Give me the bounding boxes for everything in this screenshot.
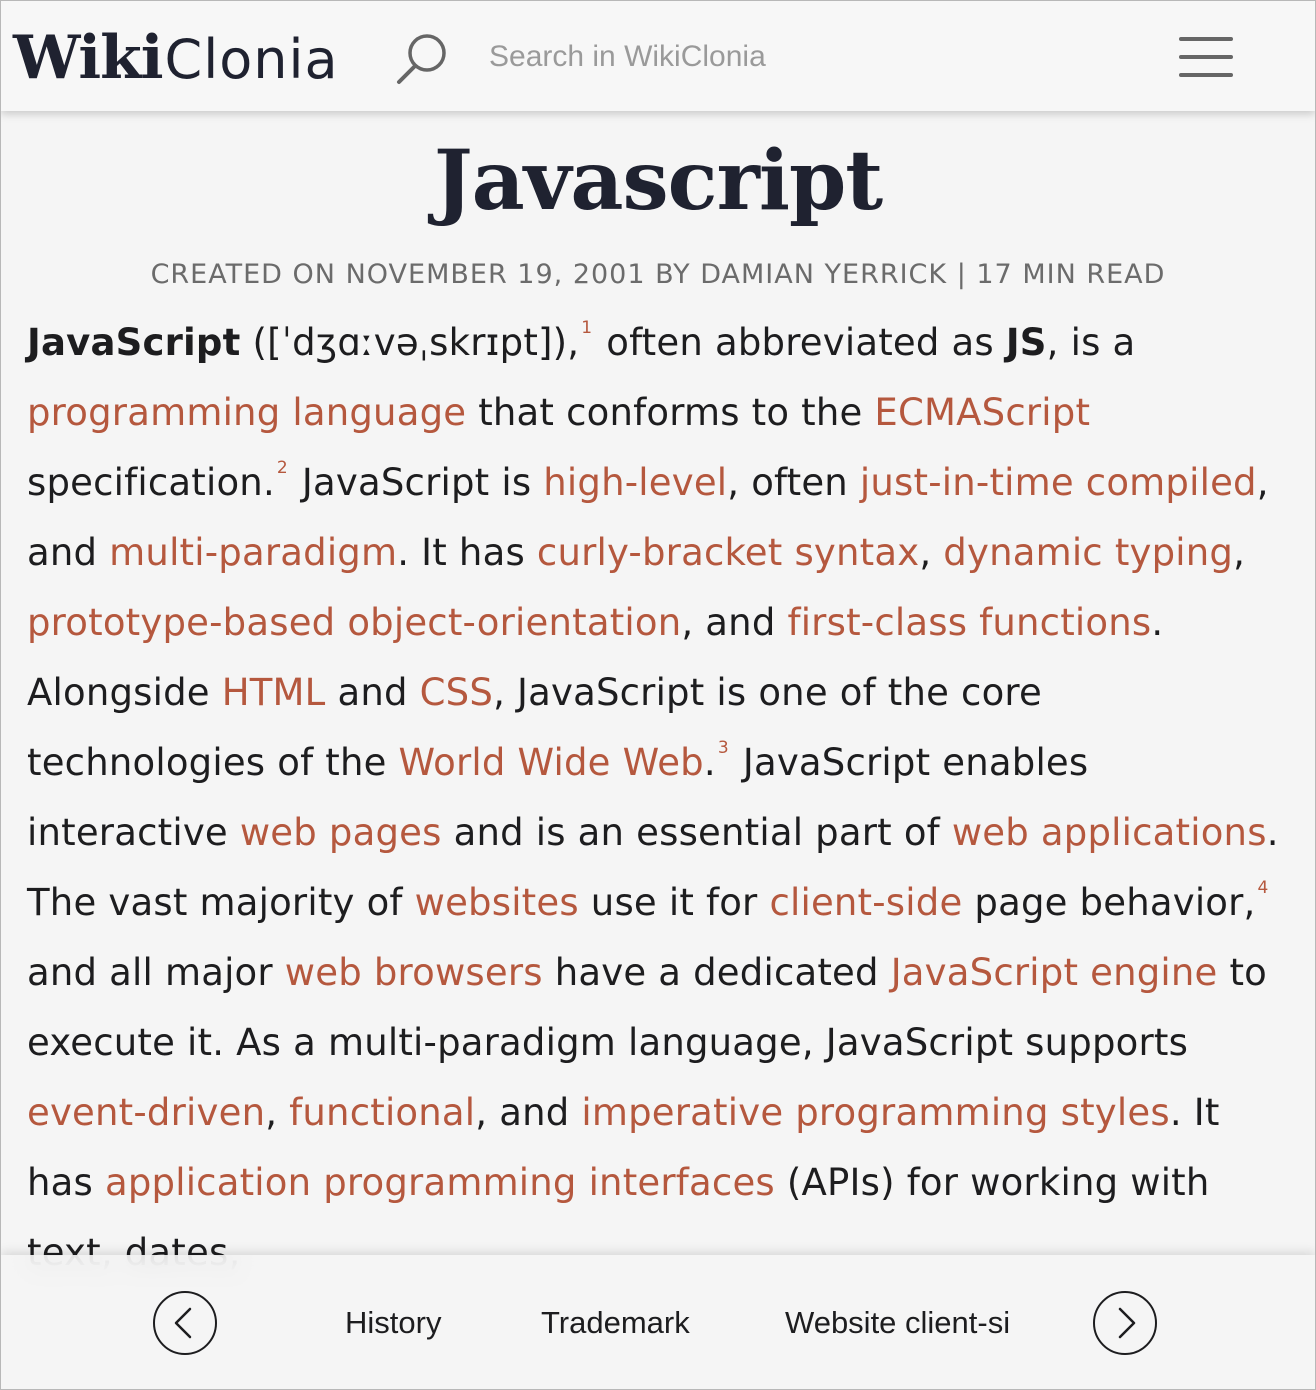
- body-text-run: and all major: [27, 951, 285, 994]
- body-text-run: ,: [265, 1091, 290, 1134]
- article-link[interactable]: imperative programming styles: [581, 1091, 1169, 1134]
- article-link[interactable]: prototype-based object-orientation: [27, 601, 681, 644]
- article-link[interactable]: HTML: [222, 671, 326, 714]
- article-link[interactable]: websites: [415, 881, 579, 924]
- bold-term: JavaScript: [27, 321, 241, 364]
- body-text-run: , is a: [1046, 321, 1136, 364]
- bold-term: JS: [1005, 321, 1047, 364]
- body-text-run: ,: [919, 531, 944, 574]
- menu-bar: [1179, 55, 1233, 59]
- footnote-ref[interactable]: 3: [718, 738, 729, 758]
- article-link[interactable]: web applications: [952, 811, 1267, 854]
- body-text-run: and: [325, 671, 420, 714]
- body-text-run: ([: [240, 321, 282, 364]
- body-text-run: have a dedicated: [542, 951, 891, 994]
- body-text-run: , and: [475, 1091, 582, 1134]
- article-link[interactable]: dynamic typing: [943, 531, 1233, 574]
- menu-bar: [1179, 37, 1233, 41]
- article-link[interactable]: functional: [289, 1091, 475, 1134]
- site-logo[interactable]: Wiki Clonia: [13, 23, 339, 93]
- prev-button[interactable]: [153, 1291, 217, 1355]
- chevron-right-icon: [1118, 1307, 1136, 1339]
- menu-bar: [1179, 73, 1233, 77]
- body-text-run: and is an essential part of: [441, 811, 952, 854]
- body-text-run: ]),: [538, 321, 580, 364]
- article-link[interactable]: just-in-time compiled: [860, 461, 1257, 504]
- article-link[interactable]: programming language: [27, 391, 466, 434]
- body-text-run: , often: [727, 461, 860, 504]
- nav-link-trademark[interactable]: Trademark: [541, 1305, 690, 1341]
- article-link[interactable]: application programming interfaces: [105, 1161, 775, 1204]
- next-button[interactable]: [1093, 1291, 1157, 1355]
- body-text-run: ,: [1233, 531, 1246, 574]
- article-link[interactable]: curly-bracket syntax: [537, 531, 919, 574]
- article-link[interactable]: JavaScript engine: [891, 951, 1218, 994]
- footnote-ref[interactable]: 1: [581, 318, 592, 338]
- article-link[interactable]: high-level: [543, 461, 727, 504]
- body-text-run: JavaScript is: [289, 461, 544, 504]
- body-text-run: use it for: [578, 881, 770, 924]
- article-link[interactable]: web browsers: [285, 951, 543, 994]
- nav-link-website-client-side[interactable]: Website client-si: [785, 1305, 1010, 1341]
- article-link[interactable]: event-driven: [27, 1091, 265, 1134]
- page: Wiki Clonia Javascript CREATED ON NOVEMB…: [0, 0, 1316, 1390]
- body-text-run: that conforms to the: [466, 391, 875, 434]
- logo-wordmark-bold: Wiki: [13, 23, 163, 93]
- site-header: Wiki Clonia: [1, 1, 1315, 111]
- article-title: Javascript: [433, 133, 883, 229]
- footnote-ref[interactable]: 2: [277, 458, 288, 478]
- search-input[interactable]: [471, 31, 1071, 83]
- article: Javascript CREATED ON NOVEMBER 19, 2001 …: [1, 111, 1315, 1288]
- body-text-run: , and: [681, 601, 788, 644]
- footnote-ref[interactable]: 4: [1258, 878, 1269, 898]
- search-icon[interactable]: [393, 29, 453, 89]
- nav-link-history[interactable]: History: [345, 1305, 441, 1341]
- body-text-run: . It has: [397, 531, 537, 574]
- body-text-run: .: [703, 741, 716, 784]
- logo-wordmark-light: Clonia: [164, 28, 339, 91]
- bottom-navigation: History Trademark Website client-si: [1, 1255, 1315, 1389]
- article-link[interactable]: first-class functions: [787, 601, 1151, 644]
- article-link[interactable]: World Wide Web: [399, 741, 704, 784]
- article-link[interactable]: web pages: [240, 811, 442, 854]
- article-link[interactable]: client-side: [769, 881, 962, 924]
- article-link[interactable]: ECMAScript: [874, 391, 1090, 434]
- article-link[interactable]: multi-paradigm: [109, 531, 397, 574]
- body-text-run: page behavior,: [962, 881, 1256, 924]
- chevron-left-icon: [174, 1307, 192, 1339]
- hamburger-menu-icon[interactable]: [1179, 37, 1235, 79]
- body-text-run: specification.: [27, 461, 275, 504]
- body-text-run: ˈdʒɑːvəˌskrɪpt: [281, 321, 539, 364]
- article-link[interactable]: CSS: [420, 671, 493, 714]
- body-text-run: often abbreviated as: [594, 321, 1006, 364]
- article-meta: CREATED ON NOVEMBER 19, 2001 BY DAMIAN Y…: [150, 259, 1166, 290]
- article-body: JavaScript ([ˈdʒɑːvəˌskrɪpt]), 1 often ab…: [27, 308, 1289, 1288]
